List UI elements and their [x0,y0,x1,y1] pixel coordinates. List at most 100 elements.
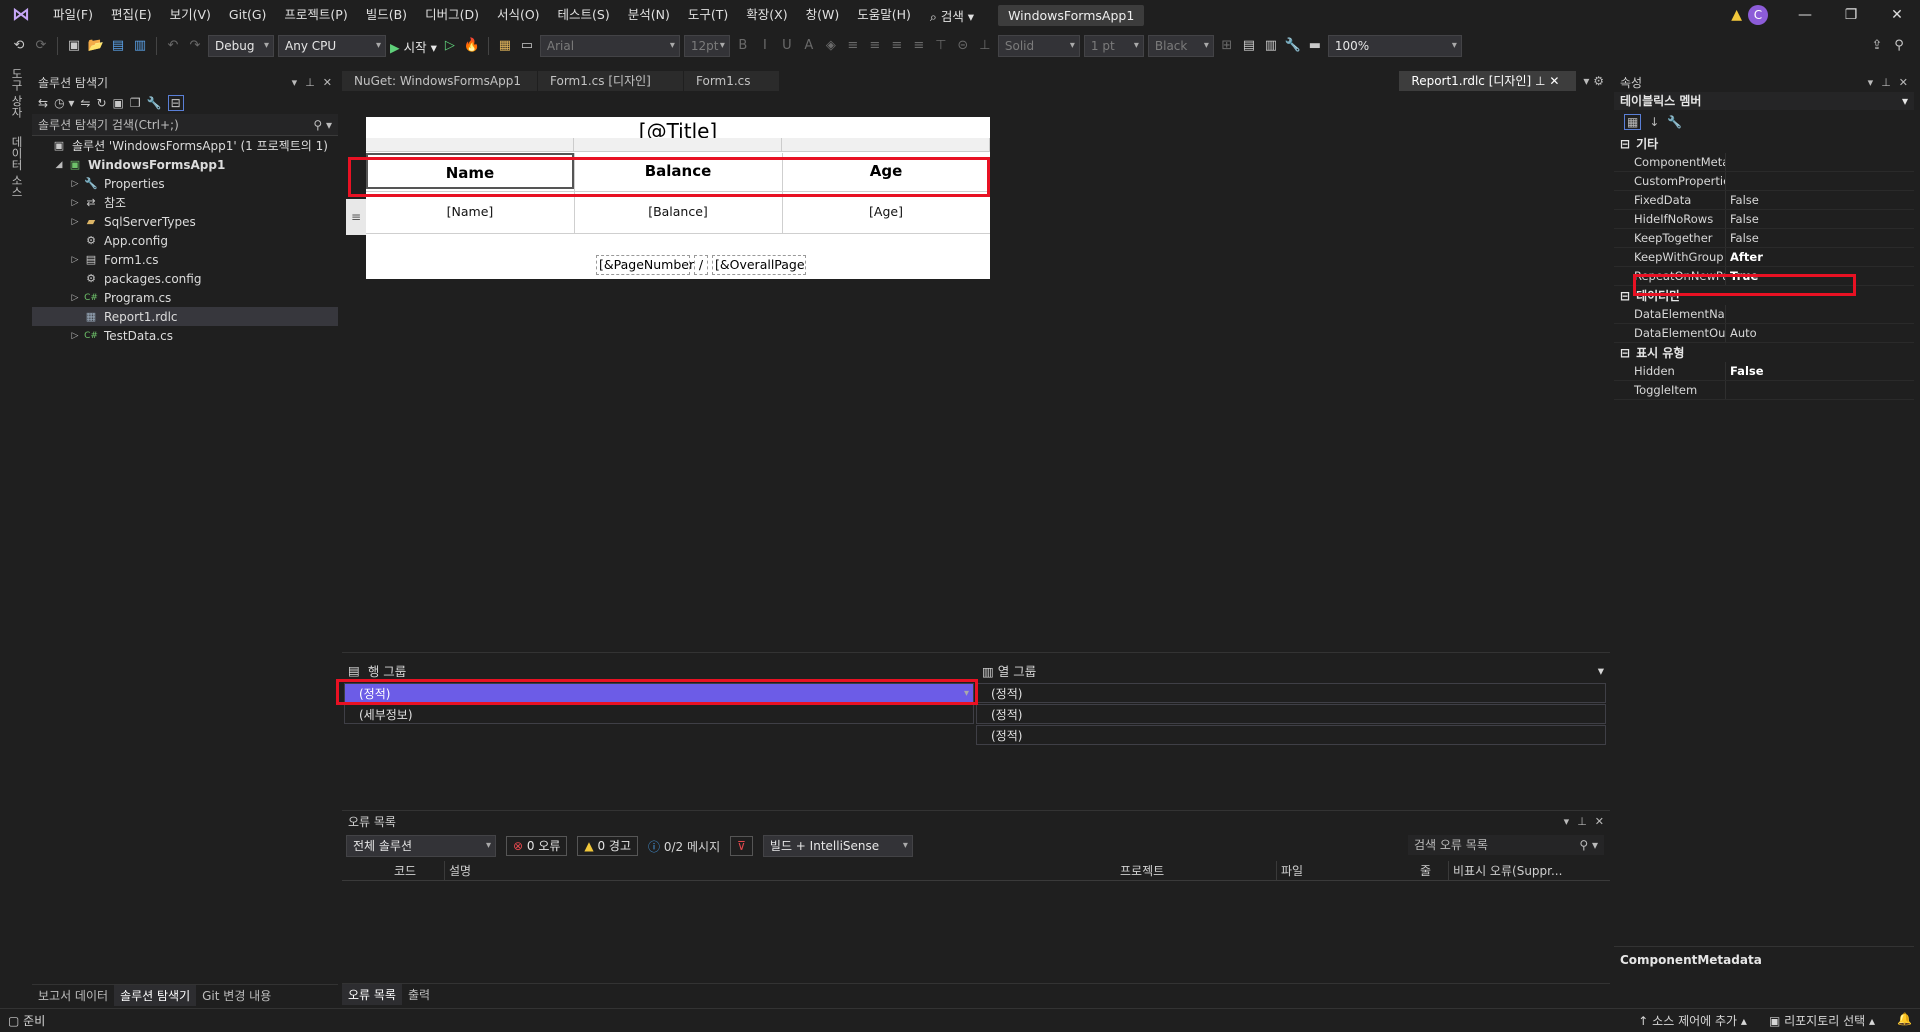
tab-error-list[interactable]: 오류 목록 [342,984,402,1005]
valign-top-icon[interactable]: ⊤ [932,36,950,56]
property-category[interactable]: ⊟ 표시 유형 [1614,343,1914,362]
tree-item[interactable]: ▣ 솔루션 'WindowsFormsApp1' (1 프로젝트의 1) [32,136,338,155]
pin-icon[interactable]: ⊥ [305,76,315,89]
report-layout2-icon[interactable]: ▥ [1262,36,1280,56]
column-group-static[interactable]: (정적) [976,683,1606,703]
menu-item[interactable]: 창(W) [797,0,849,30]
wrench-icon[interactable]: 🔧 [1284,36,1302,56]
navigate-back-icon[interactable]: ⟲ [10,36,28,56]
build-filter-select[interactable]: 빌드 + IntelliSense [762,835,913,857]
tree-item[interactable]: ▷ C# Program.cs [32,288,338,307]
align-justify-icon[interactable]: ≡ [910,36,928,56]
property-value[interactable]: Auto [1726,324,1757,342]
property-row[interactable]: DataElementName [1614,305,1914,324]
search-icon[interactable]: ⚲ ▾ [1579,835,1598,855]
tree-item[interactable]: ◢ ▣ WindowsFormsApp1 [32,155,338,174]
expand-arrow-icon[interactable]: ▷ [68,331,82,341]
tree-item[interactable]: ▷ C# TestData.cs [32,326,338,345]
property-row[interactable]: RepeatOnNewPageTrue [1614,267,1914,286]
header-cell-balance[interactable]: Balance [574,153,782,189]
border-style-select[interactable]: Solid [997,35,1080,57]
bold-icon[interactable]: B [734,36,752,56]
property-value[interactable] [1726,305,1730,323]
property-value[interactable]: True [1726,267,1758,285]
refresh-icon[interactable]: ↻ [96,96,106,110]
sync-icon[interactable]: ⇆ [38,96,48,110]
page-number-field[interactable]: [&PageNumber] [596,255,699,275]
property-row[interactable]: FixedData False [1614,191,1914,210]
source-control-button[interactable]: ↑ 소스 제어에 추가 ▴ [1638,1012,1747,1029]
report-data-icon[interactable]: ▦ [496,36,514,56]
tab-git-changes[interactable]: Git 변경 내용 [196,985,277,1006]
column-handle[interactable] [366,138,574,151]
hot-reload-icon[interactable]: 🔥 [463,36,481,56]
menu-item[interactable]: 서식(O) [488,0,549,30]
menu-item[interactable]: 도움말(H) [848,0,920,30]
expand-arrow-icon[interactable]: ▷ [68,255,82,265]
tree-item[interactable]: ▷ ▰ SqlServerTypes [32,212,338,231]
menu-item[interactable]: 테스트(S) [549,0,619,30]
ruler-icon[interactable]: ▬ [1306,36,1324,56]
pin-icon[interactable]: ⊥ [1881,76,1891,89]
search-button[interactable]: ⌕ 검색 ▾ [920,6,984,25]
font-family-select[interactable]: Arial [539,35,680,57]
properties-icon[interactable]: 🔧 [147,96,162,110]
detail-cell-name[interactable]: [Name] [366,197,574,227]
dropdown-icon[interactable]: ▾ [1868,76,1874,89]
tab-nuget[interactable]: NuGet: WindowsFormsApp1 [342,71,538,91]
errors-filter-button[interactable]: ⊗ 0 오류 [506,836,568,856]
col-project[interactable]: 프로젝트 [1116,861,1276,880]
menu-item[interactable]: 보기(V) [161,0,220,30]
property-row[interactable]: ToggleItem [1614,381,1914,400]
alphabetical-icon[interactable]: ↓ [1649,115,1659,129]
redo-icon[interactable]: ↷ [186,36,204,56]
undo-icon[interactable]: ↶ [164,36,182,56]
close-icon[interactable]: ✕ [1595,815,1604,828]
header-cell-age[interactable]: Age [782,153,990,189]
property-category[interactable]: ⊟ 기타 [1614,134,1914,153]
close-icon[interactable]: ✕ [323,76,332,89]
menu-item[interactable]: 파일(F) [44,0,102,30]
collapse-all-icon[interactable]: ▣ [113,96,124,110]
row-group-details[interactable]: (세부정보) [344,704,974,724]
tree-item[interactable]: ▦ Report1.rdlc [32,307,338,326]
close-icon[interactable]: ✕ [1899,76,1908,89]
platform-select[interactable]: Any CPU [278,35,386,57]
search-icon[interactable]: ⚲ ▾ [313,118,332,132]
menu-item[interactable]: 도구(T) [679,0,737,30]
column-group-static[interactable]: (정적) [976,704,1606,724]
property-row[interactable]: ComponentMetadat [1614,153,1914,172]
align-left-icon[interactable]: ≡ [844,36,862,56]
share-icon[interactable]: ⇪ [1868,36,1886,56]
menu-item[interactable]: 분석(N) [619,0,679,30]
start-without-debug-icon[interactable]: ▷ [441,36,459,56]
toolbox-tab[interactable]: 도구 상자 [9,68,25,118]
property-row[interactable]: HideIfNoRows False [1614,210,1914,229]
visual-studio-logo-icon[interactable]: ⋈ [10,4,32,26]
column-handle[interactable] [574,138,782,151]
filter-icon[interactable]: ⊽ [730,836,753,856]
start-button[interactable]: ▶ 시작 ▾ [390,37,437,56]
solution-name-badge[interactable]: WindowsFormsApp1 [998,4,1145,26]
tree-item[interactable]: ▷ ▤ Form1.cs [32,250,338,269]
tree-item[interactable]: ⚙ App.config [32,231,338,250]
align-center-icon[interactable]: ≡ [866,36,884,56]
property-value[interactable] [1726,153,1730,171]
tab-output[interactable]: 출력 [402,984,436,1005]
highlight-icon[interactable]: ◈ [822,36,840,56]
new-project-icon[interactable]: ▣ [65,36,83,56]
property-value[interactable]: False [1726,191,1759,209]
property-value[interactable] [1726,381,1730,399]
tab-report1-design[interactable]: Report1.rdlc [디자인] ⊥ ✕ [1399,71,1578,91]
account-icon[interactable]: ⚲ [1890,36,1908,56]
property-row[interactable]: Hidden False [1614,362,1914,381]
show-all-files-icon[interactable]: ❐ [130,96,141,110]
property-value[interactable]: After [1726,248,1763,266]
row-handle-icon[interactable]: ≡ [346,199,366,235]
property-row[interactable]: KeepTogether False [1614,229,1914,248]
detail-cell-balance[interactable]: [Balance] [574,197,782,227]
collapse-icon[interactable]: ⊟ [1620,289,1630,303]
font-size-select[interactable]: 12pt [683,35,730,57]
font-color-icon[interactable]: A [800,36,818,56]
menu-item[interactable]: 편집(E) [102,0,161,30]
